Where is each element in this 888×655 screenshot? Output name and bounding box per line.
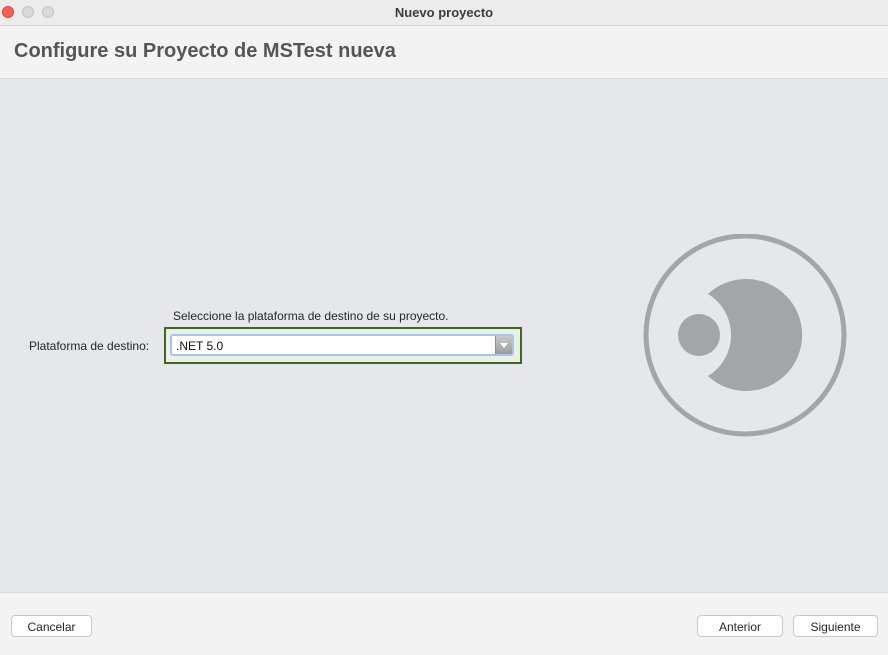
window-titlebar: Nuevo proyecto [0, 0, 888, 26]
logo-dot [678, 314, 720, 356]
dialog-footer: Cancelar Anterior Siguiente [0, 592, 888, 655]
previous-button[interactable]: Anterior [697, 615, 783, 637]
logo-crescent [708, 279, 803, 391]
platform-select[interactable]: .NET 5.0 [170, 334, 514, 356]
platform-hint-text: Seleccione la plataforma de destino de s… [173, 309, 449, 323]
platform-select-focus-ring: .NET 5.0 [164, 327, 522, 364]
cancel-button[interactable]: Cancelar [11, 615, 92, 637]
page-title: Configure su Proyecto de MSTest nueva [14, 40, 396, 62]
chevron-down-icon[interactable] [495, 336, 512, 354]
main-content: Seleccione la plataforma de destino de s… [0, 79, 888, 592]
next-button[interactable]: Siguiente [793, 615, 878, 637]
window-title: Nuevo proyecto [394, 5, 494, 20]
platform-label: Plataforma de destino: [29, 339, 150, 353]
page-header: Configure su Proyecto de MSTest nueva [0, 26, 888, 79]
project-template-logo-icon [643, 234, 847, 437]
platform-select-value: .NET 5.0 [176, 339, 224, 353]
